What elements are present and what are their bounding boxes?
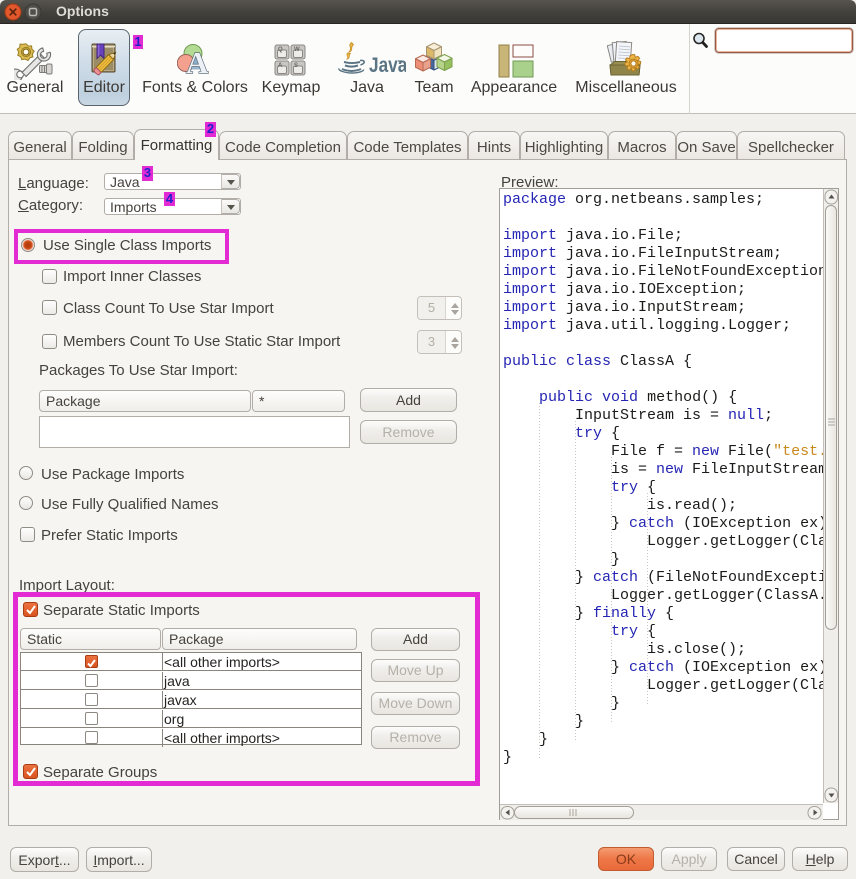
svg-text:W: W [294,47,300,53]
svg-text:Q: Q [278,47,283,53]
svg-text:Java: Java [369,55,406,76]
svg-text:S: S [294,63,298,69]
svg-text:A: A [186,45,209,76]
svg-text:A: A [278,63,283,69]
